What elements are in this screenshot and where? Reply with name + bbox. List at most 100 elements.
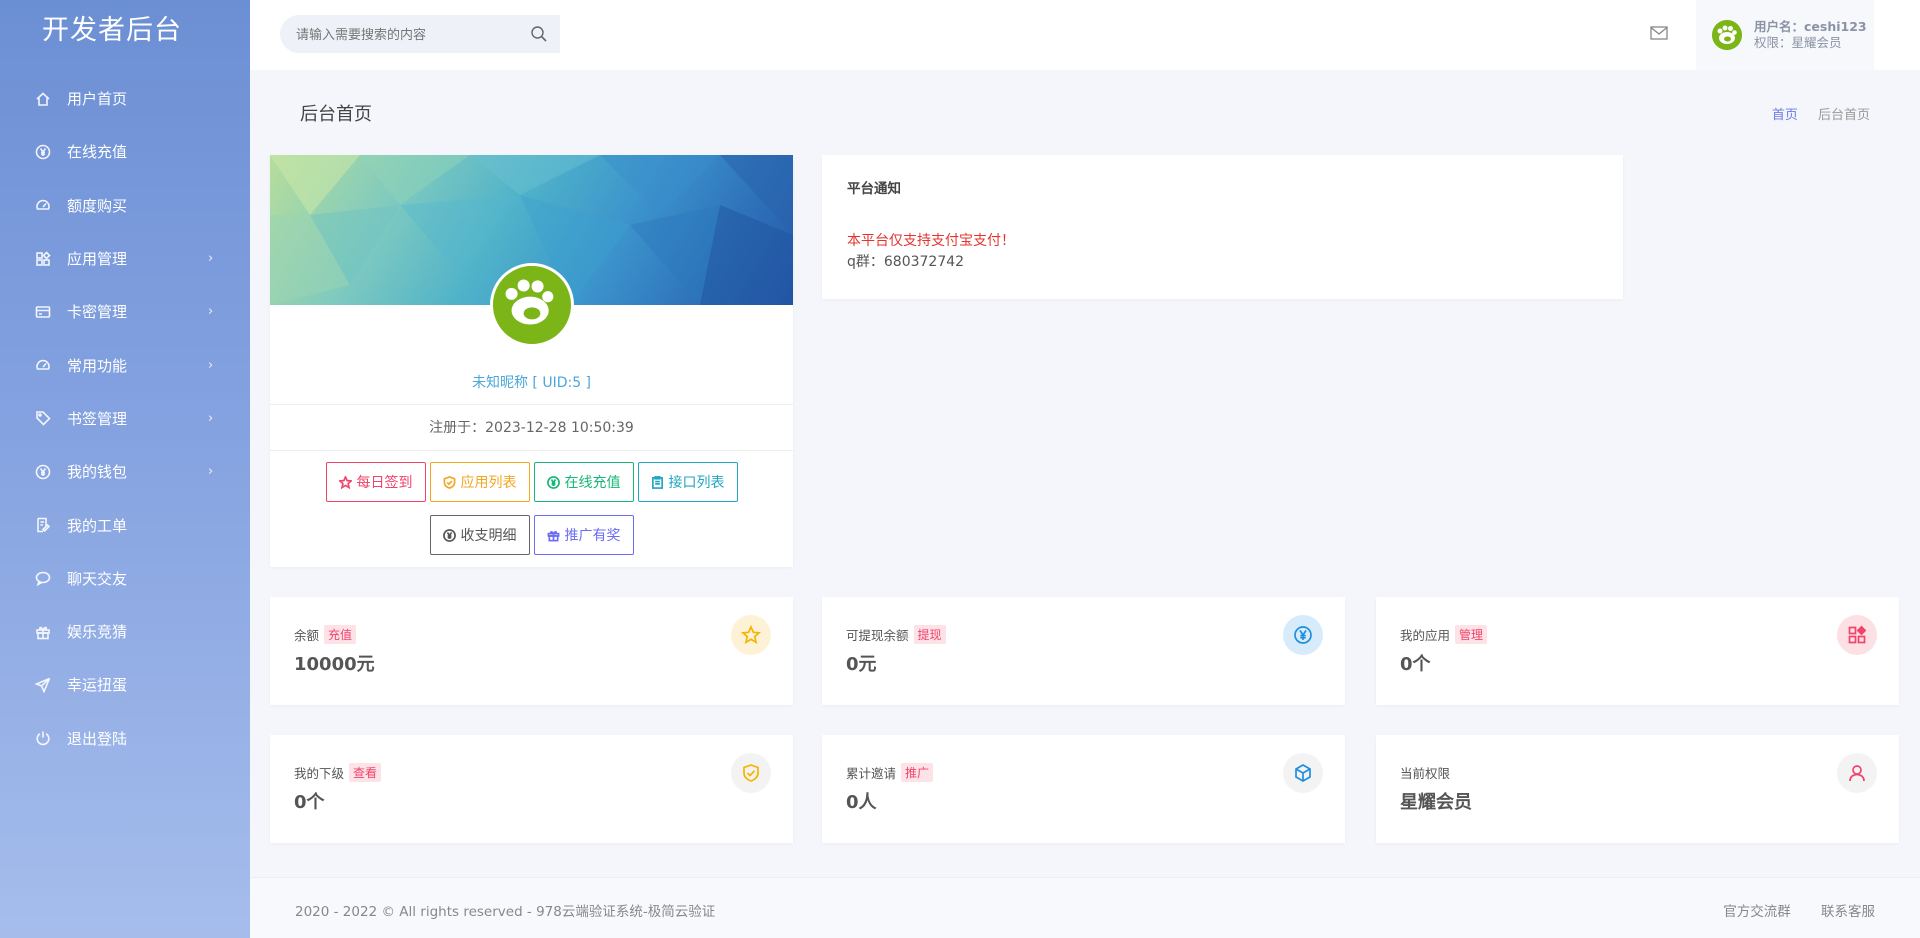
sidebar-item-user-home[interactable]: 用户首页 <box>0 72 250 125</box>
withdraw-tag-link[interactable]: 提现 <box>913 625 946 644</box>
stat-card-current-permission: 当前权限 星耀会员 <box>1376 735 1899 843</box>
breadcrumb: 首页 后台首页 <box>1772 104 1870 123</box>
chevron-right-icon: › <box>208 410 214 426</box>
stat-card-total-invites: 累计邀请 推广 0人 <box>822 735 1345 843</box>
notice-line: q群：680372742 <box>847 254 965 270</box>
star-icon <box>338 475 352 489</box>
sidebar-item-card-management[interactable]: 卡密管理 › <box>0 285 250 338</box>
stat-value: 0个 <box>1400 654 1431 675</box>
chevron-right-icon: › <box>208 464 214 480</box>
button-label: 推广有奖 <box>564 527 621 543</box>
yen-circle-icon <box>442 528 456 542</box>
divider <box>270 404 793 405</box>
quick-actions-row: 收支明细 推广有奖 <box>270 515 793 555</box>
profile-card: 未知昵称 [ UID:5 ] 注册于：2023-12-28 10:50:39 每… <box>270 155 793 567</box>
stat-value: 0人 <box>846 792 877 813</box>
stat-card-my-apps: 我的应用 管理 0个 <box>1376 597 1899 705</box>
daily-checkin-button[interactable]: 每日签到 <box>325 462 426 502</box>
official-group-link[interactable]: 官方交流群 <box>1723 904 1791 920</box>
chevron-right-icon: › <box>208 357 214 373</box>
yen-circle-icon <box>34 143 52 161</box>
sidebar-item-label: 退出登陆 <box>67 729 128 748</box>
username-label: 用户名：ceshi123 <box>1754 19 1867 34</box>
sidebar-item-label: 聊天交友 <box>67 569 128 588</box>
quick-actions-row: 每日签到 应用列表 在线充值 接口列表 <box>270 462 793 502</box>
ticket-icon <box>34 516 52 534</box>
sidebar-item-chat-friends[interactable]: 聊天交友 <box>0 552 250 605</box>
contact-support-link[interactable]: 联系客服 <box>1821 904 1875 920</box>
sidebar-item-quota-purchase[interactable]: 额度购买 <box>0 179 250 232</box>
stat-label: 余额 <box>294 628 320 643</box>
mail-icon[interactable] <box>1650 26 1668 40</box>
yen-circle-icon <box>546 475 560 489</box>
user-menu[interactable]: 用户名：ceshi123 权限：星耀会员 <box>1696 0 1874 70</box>
button-label: 收支明细 <box>460 527 517 543</box>
star-icon <box>731 615 771 655</box>
promote-tag-link[interactable]: 推广 <box>901 763 934 782</box>
search-input[interactable] <box>280 26 520 42</box>
top-header: 用户名：ceshi123 权限：星耀会员 <box>250 0 1920 70</box>
page-title: 后台首页 <box>300 104 372 125</box>
user-icon <box>1837 753 1877 793</box>
gauge-icon <box>34 356 52 374</box>
stat-card-withdrawable: 可提现余额 提现 0元 <box>822 597 1345 705</box>
transaction-details-button[interactable]: 收支明细 <box>429 515 530 555</box>
yen-circle-icon <box>1283 615 1323 655</box>
button-label: 每日签到 <box>356 474 413 490</box>
sidebar-item-lucky-gacha[interactable]: 幸运扭蛋 <box>0 658 250 711</box>
sidebar-item-label: 书签管理 <box>67 409 128 428</box>
sidebar-nav: 用户首页 在线充值 额度购买 应用管理 › 卡密管理 › 常用功能 › 书签管理 <box>0 72 250 765</box>
sidebar-item-label: 在线充值 <box>67 143 128 162</box>
chevron-right-icon: › <box>208 251 214 267</box>
profile-nickname: 未知昵称 [ UID:5 ] <box>471 375 592 391</box>
sidebar-item-label: 应用管理 <box>67 250 128 269</box>
manage-tag-link[interactable]: 管理 <box>1455 625 1488 644</box>
gift-icon <box>34 623 52 641</box>
profile-avatar <box>490 263 574 347</box>
tag-icon <box>34 409 52 427</box>
sidebar-item-label: 我的工单 <box>67 516 128 535</box>
sidebar-item-label: 幸运扭蛋 <box>67 676 128 695</box>
shield-check-icon <box>731 753 771 793</box>
stat-label: 我的应用 <box>1400 628 1451 643</box>
sidebar-item-label: 我的钱包 <box>67 463 128 482</box>
copyright-text: 2020 - 2022 © All rights reserved - 978云… <box>295 904 716 920</box>
sidebar-item-common-functions[interactable]: 常用功能 › <box>0 338 250 391</box>
notice-line: 本平台仅支持支付宝支付！ <box>847 233 1015 249</box>
apps-icon <box>1837 615 1877 655</box>
avatar <box>1712 20 1742 50</box>
api-list-button[interactable]: 接口列表 <box>637 462 738 502</box>
online-recharge-button[interactable]: 在线充值 <box>533 462 634 502</box>
permission-label: 权限：星耀会员 <box>1754 35 1842 50</box>
footer: 2020 - 2022 © All rights reserved - 978云… <box>250 877 1920 938</box>
search-box <box>280 15 560 53</box>
referral-reward-button[interactable]: 推广有奖 <box>533 515 634 555</box>
clipboard-icon <box>651 475 663 489</box>
app-list-button[interactable]: 应用列表 <box>429 462 530 502</box>
card-icon <box>34 303 52 321</box>
send-icon <box>34 676 52 694</box>
sidebar-item-logout[interactable]: 退出登陆 <box>0 712 250 765</box>
sidebar: 开发者后台 用户首页 在线充值 额度购买 应用管理 › 卡密管理 › 常用功能 … <box>0 0 250 938</box>
chat-icon <box>34 569 52 587</box>
view-tag-link[interactable]: 查看 <box>349 763 382 782</box>
stat-card-subordinates: 我的下级 查看 0个 <box>270 735 793 843</box>
stat-value: 星耀会员 <box>1400 792 1472 813</box>
stat-value: 10000元 <box>294 654 375 675</box>
divider <box>270 450 793 451</box>
user-info: 用户名：ceshi123 权限：星耀会员 <box>1754 19 1867 51</box>
sidebar-item-app-management[interactable]: 应用管理 › <box>0 232 250 285</box>
sidebar-item-bookmark-management[interactable]: 书签管理 › <box>0 392 250 445</box>
sidebar-item-my-tickets[interactable]: 我的工单 <box>0 498 250 551</box>
search-icon[interactable] <box>530 25 548 43</box>
sidebar-item-my-wallet[interactable]: 我的钱包 › <box>0 445 250 498</box>
stat-label: 可提现余额 <box>846 628 909 643</box>
gift-icon <box>547 530 559 541</box>
breadcrumb-home-link[interactable]: 首页 <box>1772 108 1798 123</box>
stat-value: 0元 <box>846 654 877 675</box>
recharge-tag-link[interactable]: 充值 <box>324 625 357 644</box>
shield-icon <box>443 475 455 489</box>
button-label: 应用列表 <box>460 474 517 490</box>
sidebar-item-recharge[interactable]: 在线充值 <box>0 125 250 178</box>
sidebar-item-entertainment[interactable]: 娱乐竞猜 <box>0 605 250 658</box>
